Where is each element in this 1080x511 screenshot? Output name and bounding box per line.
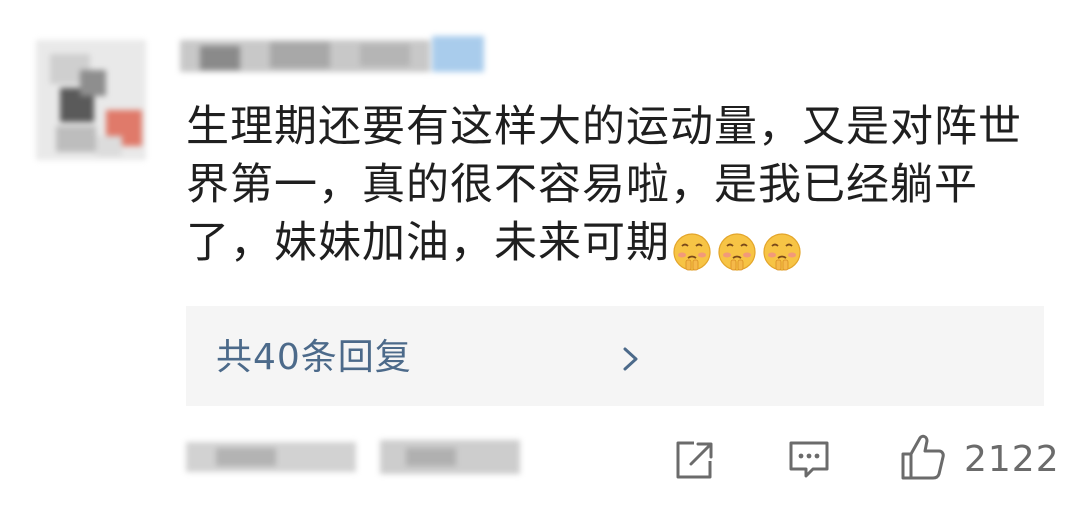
pleading-face-emoji-icon xyxy=(673,232,711,271)
pleading-face-emoji-icon xyxy=(718,232,756,271)
like-count: 2122 xyxy=(964,439,1060,480)
username[interactable] xyxy=(180,36,490,78)
replies-label: 共40条回复 xyxy=(216,337,412,378)
comment-icon[interactable] xyxy=(786,438,832,482)
comment-meta xyxy=(186,436,526,480)
emoji-group xyxy=(672,220,807,278)
comment-card: 生理期还要有这样大的运动量，又是对阵世界第一，真的很不容易啦，是我已经躺平了，妹… xyxy=(0,0,1080,511)
comment-body: 生理期还要有这样大的运动量，又是对阵世界第一，真的很不容易啦，是我已经躺平了，妹… xyxy=(186,102,1022,268)
pleading-face-emoji-icon xyxy=(763,232,801,271)
chevron-right-icon xyxy=(623,347,638,371)
comment-text: 生理期还要有这样大的运动量，又是对阵世界第一，真的很不容易啦，是我已经躺平了，妹… xyxy=(186,98,1056,278)
view-replies-button[interactable]: 共40条回复 xyxy=(186,306,1044,406)
avatar[interactable] xyxy=(36,40,146,160)
share-icon[interactable] xyxy=(672,438,716,482)
like-icon[interactable] xyxy=(898,432,946,482)
